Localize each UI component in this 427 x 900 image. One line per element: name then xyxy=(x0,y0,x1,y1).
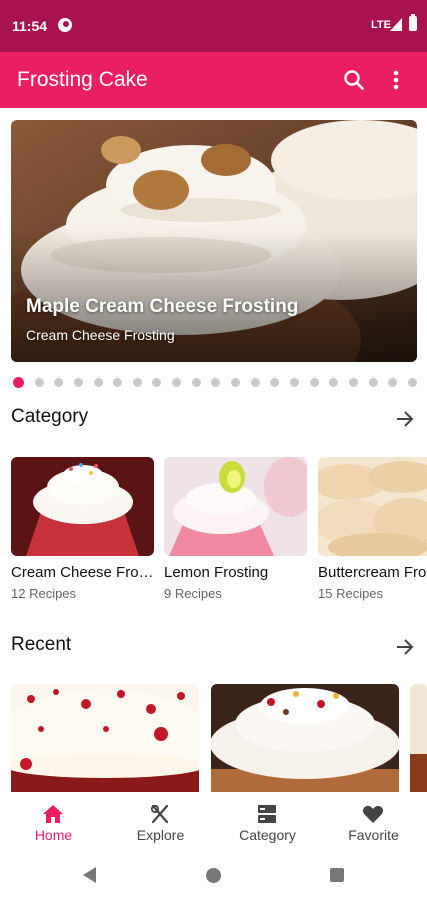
category-name: Cream Cheese Frosting xyxy=(11,564,154,581)
heart-icon xyxy=(363,805,383,823)
carousel-dot[interactable] xyxy=(211,377,221,387)
carousel-dot[interactable] xyxy=(172,377,182,387)
recent-recipe-card[interactable] xyxy=(11,684,199,792)
nav-explore-label: Explore xyxy=(136,827,185,843)
signal-icon xyxy=(390,18,402,31)
app-title: Frosting Cake xyxy=(17,68,148,91)
carousel-dot[interactable] xyxy=(34,377,44,387)
recent-recipe-image xyxy=(211,684,399,792)
category-recipe-count: 12 Recipes xyxy=(11,586,77,601)
recent-apps-icon[interactable] xyxy=(330,868,344,882)
home-icon xyxy=(43,805,63,823)
category-see-all-arrow-icon[interactable] xyxy=(394,408,416,430)
search-icon[interactable] xyxy=(340,66,368,94)
category-recipe-count: 9 Recipes xyxy=(164,586,222,601)
featured-recipe-image xyxy=(11,120,417,362)
carousel-dot[interactable] xyxy=(54,377,64,387)
nav-favorite[interactable]: Favorite xyxy=(320,792,427,850)
carousel-dot[interactable] xyxy=(329,377,339,387)
category-card[interactable]: Cream Cheese Frosting 12 Recipes xyxy=(11,457,154,601)
carousel-dot[interactable] xyxy=(250,377,260,387)
featured-recipe-card[interactable]: Maple Cream Cheese Frosting Cream Cheese… xyxy=(11,120,417,362)
carousel-dot[interactable] xyxy=(270,377,280,387)
carousel-dot[interactable] xyxy=(73,377,83,387)
carousel-dot[interactable] xyxy=(152,377,162,387)
carousel-dot[interactable] xyxy=(191,377,201,387)
category-card[interactable]: Lemon Frosting 9 Recipes xyxy=(164,457,307,601)
recent-recipe-image xyxy=(410,684,427,792)
network-type: LTE xyxy=(371,19,391,31)
nav-explore[interactable]: Explore xyxy=(107,792,214,850)
bottom-navigation: Home Explore Category Favorite xyxy=(0,792,427,850)
carousel-dot[interactable] xyxy=(113,377,123,387)
carousel-dot[interactable] xyxy=(407,377,417,387)
recent-see-all-arrow-icon[interactable] xyxy=(394,636,416,658)
recent-recipe-card[interactable] xyxy=(410,684,427,792)
back-icon[interactable] xyxy=(83,867,96,883)
app-bar: Frosting Cake xyxy=(0,52,427,108)
notification-icon xyxy=(58,18,72,32)
carousel-dot[interactable] xyxy=(309,377,319,387)
recent-recipe-card[interactable] xyxy=(211,684,399,792)
category-name: Lemon Frosting xyxy=(164,564,269,581)
recent-recipe-image xyxy=(11,684,199,792)
category-image xyxy=(164,457,307,556)
nav-home[interactable]: Home xyxy=(0,792,107,850)
category-list-icon xyxy=(258,805,276,823)
carousel-dot[interactable] xyxy=(388,377,398,387)
battery-icon xyxy=(409,14,417,31)
recent-section-title: Recent xyxy=(11,634,72,655)
status-time: 11:54 xyxy=(12,18,48,34)
fork-knife-icon xyxy=(150,804,169,824)
nav-category[interactable]: Category xyxy=(214,792,321,850)
carousel-dot[interactable] xyxy=(231,377,241,387)
home-circle-icon[interactable] xyxy=(206,868,221,883)
nav-category-label: Category xyxy=(239,827,296,843)
category-recipe-count: 15 Recipes xyxy=(318,586,384,601)
carousel-dot[interactable] xyxy=(132,377,142,387)
category-name: Buttercream Frosting xyxy=(318,564,427,581)
more-vert-icon[interactable] xyxy=(384,66,408,94)
nav-favorite-label: Favorite xyxy=(348,827,399,843)
category-card[interactable]: Buttercream Frosting 15 Recipes xyxy=(318,457,427,601)
category-section-title: Category xyxy=(11,406,89,427)
status-bar: 11:54 LTE xyxy=(0,0,427,52)
category-image xyxy=(318,457,427,556)
carousel-dot[interactable] xyxy=(93,377,103,387)
carousel-indicator xyxy=(13,376,417,388)
featured-recipe-title: Maple Cream Cheese Frosting xyxy=(26,296,299,317)
carousel-dot[interactable] xyxy=(348,377,358,387)
carousel-dot[interactable] xyxy=(368,377,378,387)
category-image xyxy=(11,457,154,556)
carousel-dot[interactable] xyxy=(13,376,24,388)
nav-home-label: Home xyxy=(34,827,73,843)
featured-recipe-category: Cream Cheese Frosting xyxy=(26,327,175,343)
carousel-dot[interactable] xyxy=(289,377,299,387)
system-navigation-bar xyxy=(0,850,427,900)
